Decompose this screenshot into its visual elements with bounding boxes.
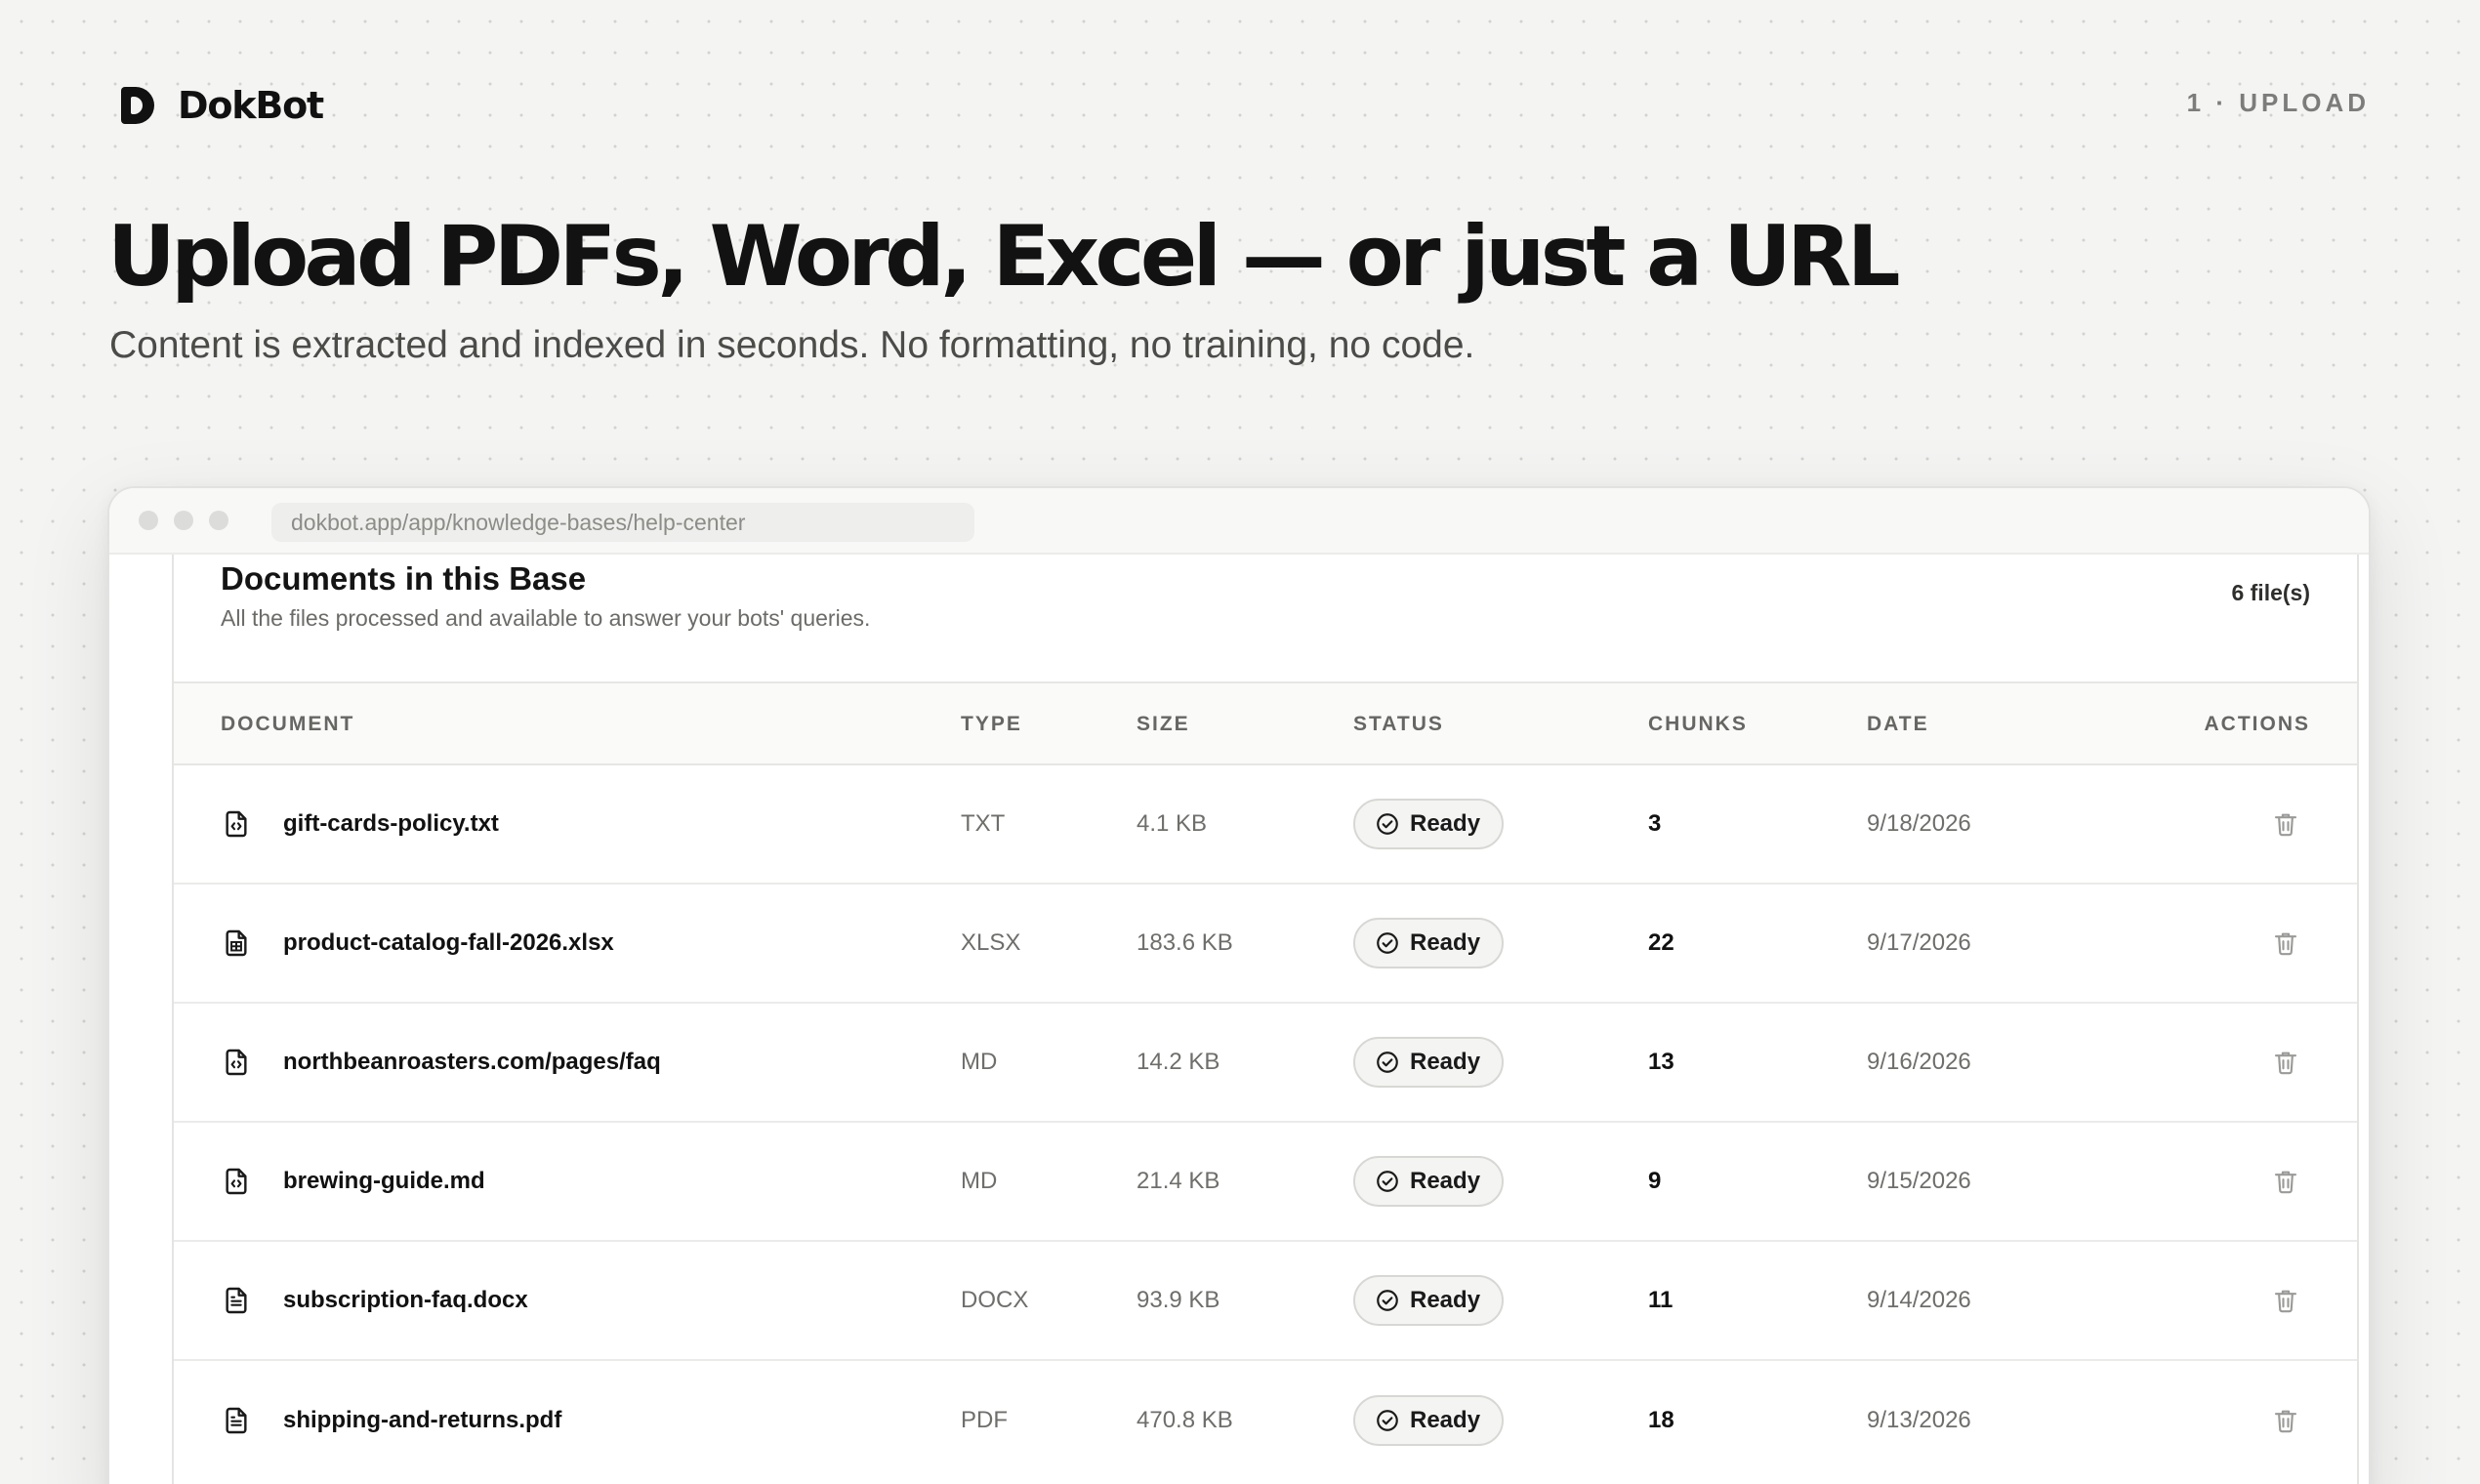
trash-icon [2271, 1405, 2300, 1436]
document-date: 9/17/2026 [1867, 929, 1971, 956]
spreadsheet-file-icon [221, 926, 252, 961]
text-file-icon [221, 1283, 252, 1318]
status-text: Ready [1410, 1287, 1481, 1313]
code-file-icon [221, 1045, 252, 1080]
status-badge: Ready [1353, 1275, 1505, 1326]
table-row[interactable]: shipping-and-returns.pdf PDF 470.8 KB Re… [174, 1361, 2357, 1480]
card-title: Documents in this Base [221, 560, 587, 597]
column-header-document: DOCUMENT [221, 713, 355, 735]
document-date: 9/16/2026 [1867, 1049, 1971, 1075]
documents-card: Documents in this Base All the files pro… [172, 555, 2359, 1484]
code-file-icon [221, 806, 252, 842]
status-badge: Ready [1353, 1156, 1505, 1207]
column-header-chunks: CHUNKS [1648, 713, 1748, 735]
window-maximize-dot[interactable] [209, 511, 228, 530]
document-size: 183.6 KB [1137, 929, 1233, 956]
document-size: 14.2 KB [1137, 1049, 1220, 1075]
file-count-badge: 6 file(s) [2231, 580, 2310, 605]
documents-card-header: Documents in this Base All the files pro… [174, 555, 2357, 683]
browser-titlebar: dokbot.app/app/knowledge-bases/help-cent… [109, 488, 2369, 555]
check-circle-icon [1375, 811, 1400, 837]
window-minimize-dot[interactable] [174, 511, 193, 530]
document-name[interactable]: northbeanroasters.com/pages/faq [283, 1049, 661, 1076]
trash-icon [2271, 1047, 2300, 1078]
chunk-count: 3 [1648, 810, 1662, 837]
card-description: All the files processed and available to… [221, 605, 871, 631]
window-close-dot[interactable] [139, 511, 158, 530]
document-date: 9/18/2026 [1867, 810, 1971, 837]
column-header-type: TYPE [961, 713, 1022, 735]
document-name[interactable]: brewing-guide.md [283, 1168, 485, 1195]
chunk-count: 9 [1648, 1168, 1662, 1194]
document-date: 9/14/2026 [1867, 1287, 1971, 1313]
table-row[interactable]: product-catalog-fall-2026.xlsx XLSX 183.… [174, 885, 2357, 1004]
chunk-count: 11 [1648, 1287, 1674, 1313]
status-text: Ready [1410, 1049, 1481, 1075]
table-row[interactable]: northbeanroasters.com/pages/faq MD 14.2 … [174, 1004, 2357, 1123]
document-size: 21.4 KB [1137, 1168, 1220, 1194]
dokbot-logo-icon [121, 87, 154, 124]
trash-icon [2271, 928, 2300, 959]
status-text: Ready [1410, 1168, 1481, 1194]
document-type: MD [961, 1168, 998, 1194]
hero-subtitle: Content is extracted and indexed in seco… [109, 324, 1475, 366]
trash-icon [2271, 1166, 2300, 1197]
table-header: DOCUMENT TYPE SIZE STATUS CHUNKS DATE AC… [174, 683, 2357, 765]
text-file-icon [221, 1403, 252, 1438]
status-badge: Ready [1353, 918, 1505, 969]
document-type: DOCX [961, 1287, 1029, 1313]
document-type: TXT [961, 810, 1006, 837]
document-date: 9/13/2026 [1867, 1407, 1971, 1433]
document-date: 9/15/2026 [1867, 1168, 1971, 1194]
status-badge: Ready [1353, 1037, 1505, 1088]
document-size: 93.9 KB [1137, 1287, 1220, 1313]
address-bar[interactable]: dokbot.app/app/knowledge-bases/help-cent… [271, 503, 974, 542]
document-name[interactable]: product-catalog-fall-2026.xlsx [283, 929, 614, 957]
status-text: Ready [1410, 1407, 1481, 1433]
delete-button[interactable] [2271, 808, 2300, 840]
check-circle-icon [1375, 930, 1400, 956]
column-header-size: SIZE [1137, 713, 1190, 735]
delete-button[interactable] [2271, 1405, 2300, 1436]
check-circle-icon [1375, 1408, 1400, 1433]
chunk-count: 18 [1648, 1407, 1674, 1433]
status-badge: Ready [1353, 799, 1505, 849]
step-label: 1 · UPLOAD [2186, 88, 2370, 117]
delete-button[interactable] [2271, 1285, 2300, 1316]
status-text: Ready [1410, 810, 1481, 837]
delete-button[interactable] [2271, 928, 2300, 959]
browser-window: dokbot.app/app/knowledge-bases/help-cent… [107, 486, 2371, 1484]
status-badge: Ready [1353, 1395, 1505, 1446]
chunk-count: 13 [1648, 1049, 1674, 1075]
delete-button[interactable] [2271, 1166, 2300, 1197]
document-type: PDF [961, 1407, 1008, 1433]
document-size: 4.1 KB [1137, 810, 1208, 837]
hero-title: Upload PDFs, Word, Excel — or just a URL [107, 208, 1901, 306]
document-type: MD [961, 1049, 998, 1075]
column-header-date: DATE [1867, 713, 1929, 735]
check-circle-icon [1375, 1288, 1400, 1313]
status-text: Ready [1410, 929, 1481, 956]
check-circle-icon [1375, 1169, 1400, 1194]
check-circle-icon [1375, 1050, 1400, 1075]
column-header-actions: ACTIONS [2204, 713, 2310, 735]
column-header-status: STATUS [1353, 713, 1444, 735]
document-name[interactable]: subscription-faq.docx [283, 1287, 528, 1314]
document-type: XLSX [961, 929, 1021, 956]
document-name[interactable]: shipping-and-returns.pdf [283, 1407, 561, 1434]
code-file-icon [221, 1164, 252, 1199]
trash-icon [2271, 1285, 2300, 1316]
delete-button[interactable] [2271, 1047, 2300, 1078]
table-row[interactable]: brewing-guide.md MD 21.4 KB Ready 9 9/15… [174, 1123, 2357, 1242]
trash-icon [2271, 808, 2300, 840]
table-row[interactable]: subscription-faq.docx DOCX 93.9 KB Ready… [174, 1242, 2357, 1361]
chunk-count: 22 [1648, 929, 1674, 956]
document-size: 470.8 KB [1137, 1407, 1233, 1433]
table-row[interactable]: gift-cards-policy.txt TXT 4.1 KB Ready 3… [174, 765, 2357, 885]
document-name[interactable]: gift-cards-policy.txt [283, 810, 499, 838]
table-body: gift-cards-policy.txt TXT 4.1 KB Ready 3… [174, 765, 2357, 1480]
brand-name: DokBot [178, 84, 324, 127]
brand[interactable]: DokBot [121, 84, 324, 127]
